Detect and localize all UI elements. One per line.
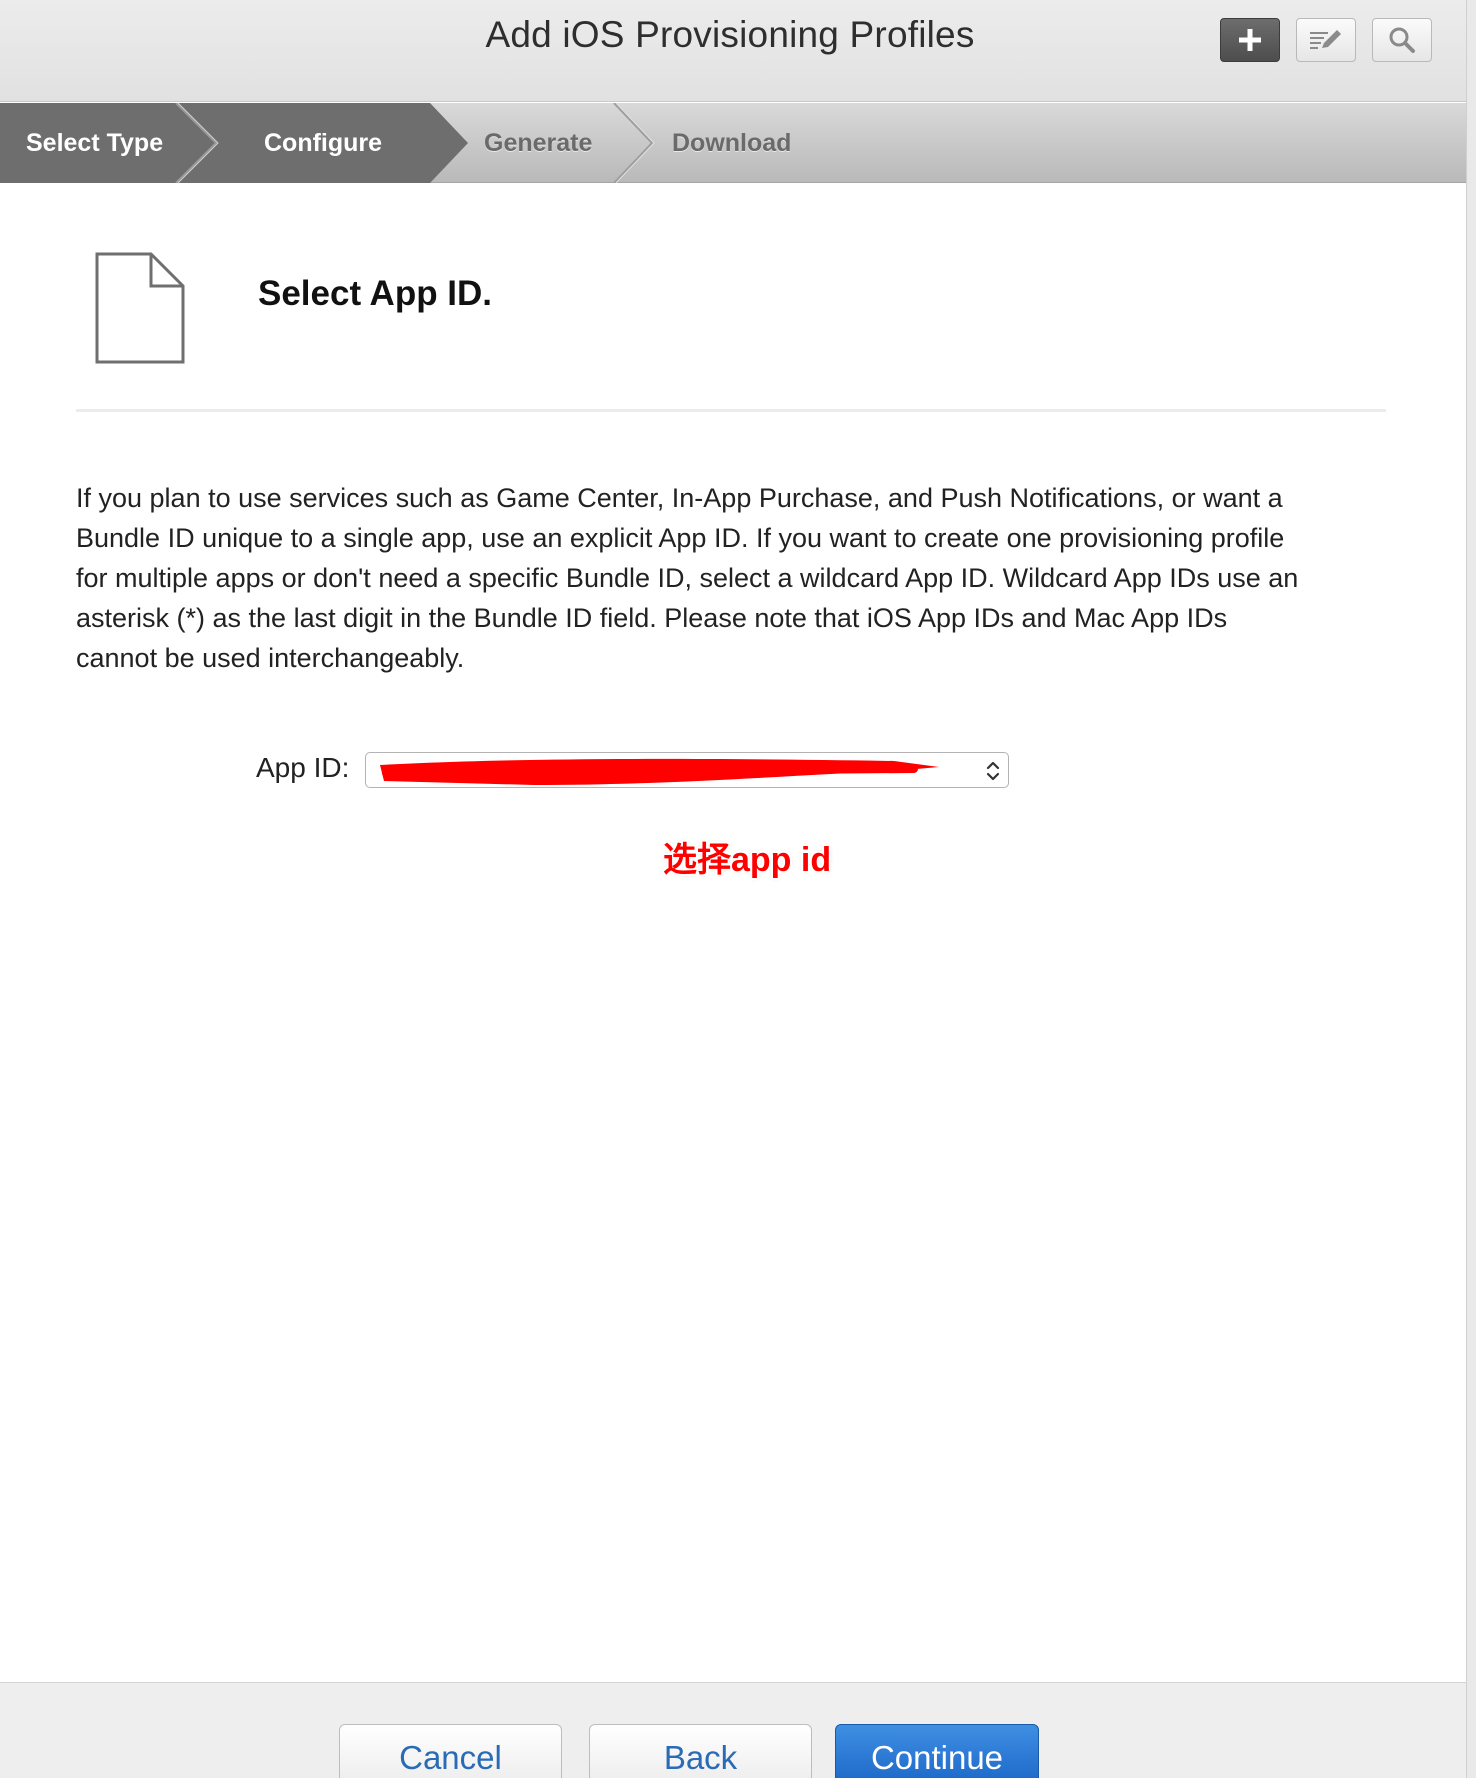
redaction-scribble [380,758,939,785]
edit-button[interactable] [1296,18,1356,62]
add-button[interactable] [1220,18,1280,62]
step-select-type: Select Type [26,129,164,157]
step-progress-bar: Select Type Configure Generate Download [0,103,1466,183]
annotation-label: 选择app id [663,841,832,879]
step-configure: Configure [264,129,383,157]
search-icon [1389,27,1415,53]
window-edge [1466,0,1476,1778]
app-id-label: App ID: [256,752,350,783]
back-button[interactable]: Back [589,1724,812,1778]
step-download: Download [672,129,792,157]
edit-list-icon [1310,30,1341,49]
section-title: Select App ID. [258,274,493,313]
plus-icon [1239,29,1261,51]
chevron-up-down-icon [986,761,1000,781]
continue-button[interactable]: Continue [835,1724,1039,1778]
document-icon [95,252,185,364]
section-description: If you plan to use services such as Game… [76,483,1299,673]
search-button[interactable] [1372,18,1432,62]
app-id-select[interactable] [365,752,1009,788]
page-header: Add iOS Provisioning Profiles [0,0,1466,102]
cancel-button[interactable]: Cancel [339,1724,562,1778]
step-generate: Generate [484,129,593,157]
divider [76,409,1386,412]
